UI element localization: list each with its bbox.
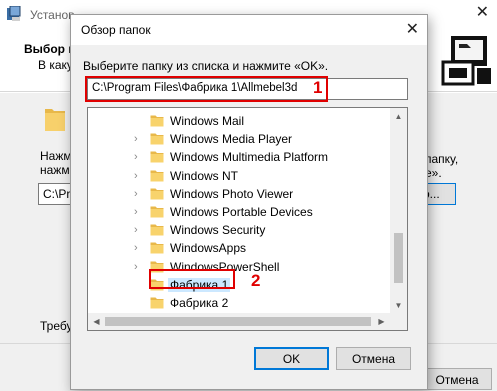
installer-close-icon[interactable]: ✕ — [476, 2, 489, 22]
installer-app-icon — [7, 6, 21, 21]
tree-item-label: Windows Mail — [170, 114, 245, 128]
tree-item-label: WindowsApps — [170, 241, 247, 256]
tree-item[interactable]: Фабрика 2 — [88, 294, 390, 312]
browse-folder-dialog: Обзор папок ✕ Выберите папку из списка и… — [70, 14, 428, 390]
tree-item-label: Windows Photo Viewer — [170, 186, 294, 201]
tree-item[interactable]: › Windows Media Player — [88, 130, 390, 148]
folder-icon — [150, 169, 164, 182]
folder-icon — [150, 296, 164, 309]
annotation-box-path — [85, 76, 328, 102]
chevron-right-icon[interactable]: › — [134, 224, 144, 236]
scroll-left-icon[interactable]: ◀ — [88, 313, 105, 330]
tree-item[interactable]: › Windows NT — [88, 167, 390, 185]
chevron-right-icon[interactable]: › — [134, 206, 144, 218]
folder-icon — [150, 132, 164, 145]
scroll-up-icon[interactable]: ▲ — [390, 108, 407, 125]
tree-item-label: Фабрика 2 — [170, 296, 229, 310]
chevron-right-icon[interactable]: › — [134, 170, 144, 182]
tree-item-label: Windows Media Player — [170, 132, 293, 147]
chevron-right-icon[interactable]: › — [134, 242, 144, 254]
scrollbar-corner — [390, 313, 407, 330]
tree-item[interactable]: › Windows Portable Devices — [88, 203, 390, 221]
chevron-right-icon[interactable]: › — [134, 261, 144, 273]
folder-icon — [150, 150, 164, 163]
folder-icon — [150, 187, 164, 200]
ok-button[interactable]: OK — [254, 347, 329, 370]
folder-icon — [45, 109, 65, 131]
installer-text-right-1: папку, — [425, 152, 459, 166]
installer-header-subtitle: В каку — [38, 58, 73, 72]
horizontal-scroll-thumb[interactable] — [105, 317, 371, 326]
tree-item[interactable]: › Windows Security — [88, 221, 390, 239]
folder-tree-vertical-scrollbar[interactable]: ▲ ▼ — [390, 108, 407, 314]
installer-title: Установ — [30, 8, 75, 22]
tree-item-label: Windows Multimedia Platform — [170, 150, 329, 165]
tree-item[interactable]: Фабрика 1 — [88, 276, 390, 294]
folder-icon — [150, 205, 164, 218]
tree-item-label: Windows NT — [170, 168, 239, 183]
annotation-number-2: 2 — [251, 271, 261, 290]
installer-cancel-button[interactable]: Отмена — [422, 368, 492, 390]
folder-icon — [150, 241, 164, 254]
folder-icon — [150, 223, 164, 236]
cancel-button[interactable]: Отмена — [336, 347, 411, 370]
folder-tree-horizontal-scrollbar[interactable]: ◀ ▶ — [88, 313, 390, 330]
chevron-right-icon[interactable]: › — [134, 133, 144, 145]
tree-item[interactable]: › WindowsApps — [88, 239, 390, 257]
chevron-right-icon[interactable]: › — [134, 188, 144, 200]
dialog-title: Обзор папок — [81, 23, 151, 37]
computer-install-icon — [441, 36, 491, 86]
dialog-instruction: Выберите папку из списка и нажмите «OK». — [83, 59, 329, 73]
folder-tree-list: Windows Mail › Windows Media Player › Window… — [88, 108, 390, 314]
annotation-box-folder — [149, 269, 235, 289]
chevron-right-icon[interactable]: › — [134, 151, 144, 163]
folder-tree[interactable]: Windows Mail › Windows Media Player › Window… — [87, 107, 408, 331]
tree-item-label: Windows Security — [170, 223, 266, 238]
tree-item[interactable]: › WindowsPowerShell — [88, 258, 390, 276]
scroll-right-icon[interactable]: ▶ — [373, 313, 390, 330]
scroll-down-icon[interactable]: ▼ — [390, 297, 407, 314]
tree-item-label: Windows Portable Devices — [170, 205, 313, 219]
dialog-titlebar: Обзор папок ✕ — [71, 15, 427, 45]
tree-item[interactable]: Windows Mail — [88, 112, 390, 130]
folder-icon — [150, 114, 164, 127]
annotation-number-1: 1 — [313, 78, 323, 97]
vertical-scroll-thumb[interactable] — [394, 233, 403, 283]
tree-item[interactable]: › Windows Multimedia Platform — [88, 148, 390, 166]
tree-item[interactable]: › Windows Photo Viewer — [88, 185, 390, 203]
dialog-close-icon[interactable]: ✕ — [406, 19, 419, 39]
